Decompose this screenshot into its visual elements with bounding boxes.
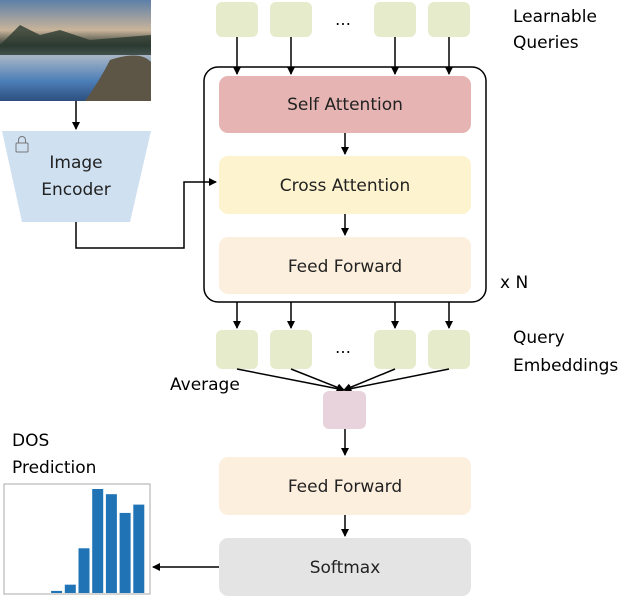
dos-label-1: DOS	[12, 431, 49, 451]
learnable-queries-label-2: Queries	[513, 33, 579, 53]
arrow-average	[236, 368, 345, 393]
query-embedding-token	[374, 330, 416, 369]
average-label: Average	[170, 375, 240, 395]
arrow-average	[343, 368, 396, 392]
image-encoder: Image Encoder	[2, 131, 151, 222]
dos-bar	[78, 548, 90, 593]
repeat-label: x N	[500, 273, 528, 293]
learnable-query-token	[216, 2, 258, 37]
softmax-label: Softmax	[310, 558, 381, 578]
input-image	[0, 0, 151, 101]
query-embedding-token	[270, 330, 312, 369]
average-embedding	[323, 391, 366, 429]
query-embeddings-label-1: Query	[513, 328, 565, 348]
embeddings-ellipsis: …	[335, 338, 351, 357]
dos-bar	[119, 512, 131, 593]
dos-label-2: Prediction	[12, 458, 96, 478]
cross-attention-label: Cross Attention	[280, 176, 410, 196]
architecture-diagram: Image Encoder … Learnable Queries Self A…	[0, 0, 618, 596]
query-embedding-token	[216, 330, 258, 369]
encoder-label-line1: Image	[49, 153, 102, 173]
learnable-query-token	[428, 2, 470, 37]
feed-forward-2-label: Feed Forward	[288, 477, 402, 497]
dos-bar	[92, 489, 104, 593]
query-embeddings-label-2: Embeddings	[513, 356, 618, 376]
query-embedding-token	[428, 330, 470, 369]
learnable-queries-label-1: Learnable	[513, 7, 597, 27]
queries-ellipsis: …	[335, 10, 351, 29]
arrow-average	[290, 368, 345, 392]
dos-bar	[64, 584, 76, 593]
encoder-label-line2: Encoder	[41, 180, 111, 200]
learnable-query-token	[270, 2, 312, 37]
arrow-average	[343, 368, 450, 393]
dos-bar	[51, 590, 63, 593]
learnable-query-token	[374, 2, 416, 37]
dos-bar	[105, 494, 117, 593]
dos-bar	[133, 504, 145, 593]
feed-forward-label: Feed Forward	[288, 257, 402, 277]
self-attention-label: Self Attention	[287, 95, 403, 115]
